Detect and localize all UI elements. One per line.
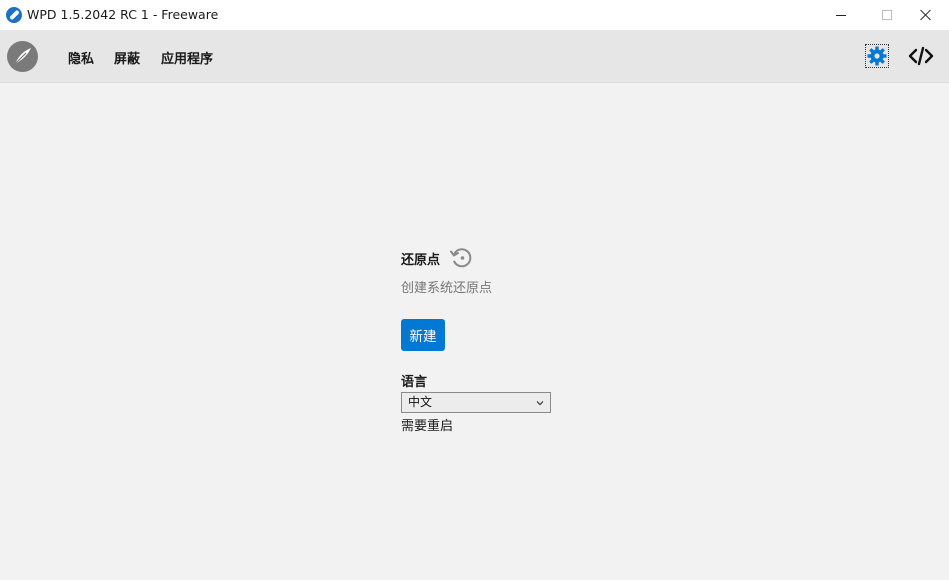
nav-block[interactable]: 屏蔽 — [114, 48, 140, 67]
nav-apps[interactable]: 应用程序 — [161, 48, 213, 67]
logo-icon[interactable] — [7, 41, 38, 72]
app-icon — [6, 7, 22, 23]
minimize-icon — [836, 14, 846, 16]
maximize-icon — [882, 10, 892, 20]
close-button[interactable] — [903, 0, 949, 30]
restore-point-title: 还原点 — [401, 253, 441, 268]
restart-required-note: 需要重启 — [401, 419, 454, 434]
new-restore-point-button[interactable]: 新建 — [401, 319, 445, 351]
window-title: WPD 1.5.2042 RC 1 - Freeware — [27, 7, 219, 22]
restore-point-description: 创建系统还原点 — [401, 281, 493, 296]
language-label: 语言 — [401, 375, 428, 390]
chevron-down-icon — [535, 396, 545, 408]
code-icon[interactable] — [908, 44, 934, 68]
language-selected-value: 中文 — [408, 395, 433, 409]
toolbar: 隐私 屏蔽 应用程序 — [0, 30, 949, 83]
minimize-button[interactable] — [818, 0, 864, 30]
restore-icon[interactable] — [449, 246, 473, 270]
settings-gear-icon[interactable] — [865, 44, 889, 68]
title-bar: WPD 1.5.2042 RC 1 - Freeware — [0, 0, 949, 30]
close-icon — [920, 9, 932, 21]
language-select[interactable]: 中文 — [401, 392, 551, 413]
nav-privacy[interactable]: 隐私 — [68, 48, 94, 67]
